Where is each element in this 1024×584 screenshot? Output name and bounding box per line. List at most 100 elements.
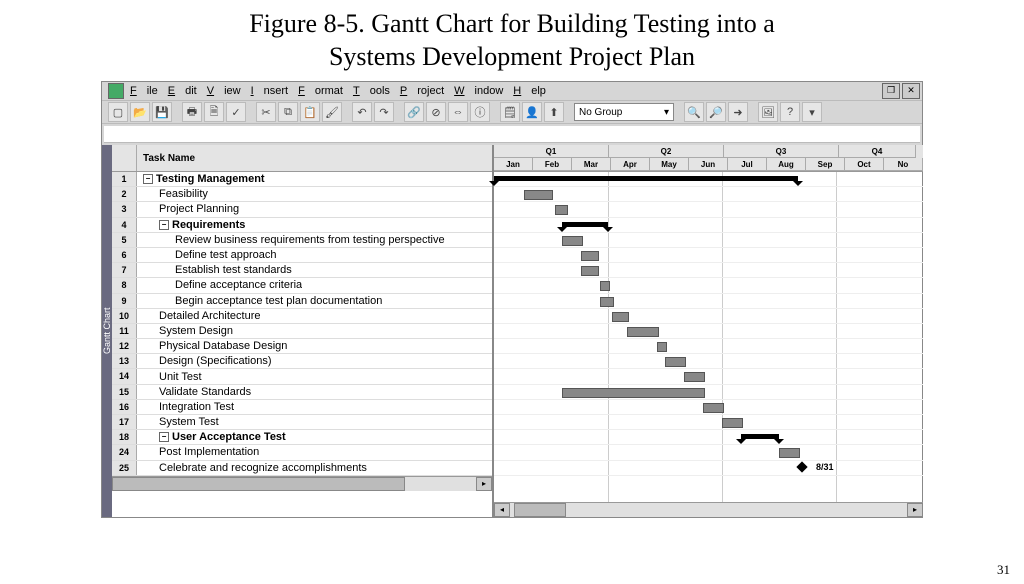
task-name-cell[interactable]: System Design: [137, 325, 233, 337]
menu-view[interactable]: View: [207, 85, 241, 97]
task-bar[interactable]: [627, 327, 659, 337]
copy-icon[interactable]: ⧉: [278, 102, 298, 122]
scroll-right-icon[interactable]: ▸: [907, 503, 923, 517]
summary-bar[interactable]: [562, 222, 608, 227]
task-name-cell[interactable]: Post Implementation: [137, 446, 259, 458]
split-icon[interactable]: ⇔: [448, 102, 468, 122]
menu-edit[interactable]: Edit: [168, 85, 197, 97]
format-painter-icon[interactable]: 🖌: [322, 102, 342, 122]
task-row[interactable]: 17System Test: [112, 415, 492, 430]
task-row[interactable]: 6Define test approach: [112, 248, 492, 263]
row-number[interactable]: 5: [112, 233, 137, 247]
row-number[interactable]: 17: [112, 415, 137, 429]
note-icon[interactable]: 🗒: [500, 102, 520, 122]
task-name-cell[interactable]: Project Planning: [137, 203, 239, 215]
row-number[interactable]: 18: [112, 430, 137, 444]
task-row[interactable]: 1−Testing Management: [112, 172, 492, 187]
new-icon[interactable]: ▢: [108, 102, 128, 122]
menu-help[interactable]: Help: [513, 85, 546, 97]
group-combo[interactable]: No Group ▾: [574, 103, 674, 121]
assign-icon[interactable]: 👤: [522, 102, 542, 122]
task-bar[interactable]: [722, 418, 743, 428]
task-row[interactable]: 13Design (Specifications): [112, 354, 492, 369]
row-number-header[interactable]: [112, 145, 137, 171]
task-row[interactable]: 12Physical Database Design: [112, 339, 492, 354]
task-name-cell[interactable]: Physical Database Design: [137, 340, 287, 352]
task-bar[interactable]: [581, 251, 598, 261]
task-name-cell[interactable]: −Testing Management: [137, 173, 265, 185]
link-icon[interactable]: 🔗: [404, 102, 424, 122]
row-number[interactable]: 4: [112, 218, 137, 232]
task-name-cell[interactable]: Unit Test: [137, 371, 202, 383]
task-name-cell[interactable]: Establish test standards: [137, 264, 292, 276]
row-number[interactable]: 6: [112, 248, 137, 262]
task-name-cell[interactable]: Begin acceptance test plan documentation: [137, 295, 382, 307]
info-icon[interactable]: ⓘ: [470, 102, 490, 122]
undo-icon[interactable]: ↶: [352, 102, 372, 122]
task-row[interactable]: 10Detailed Architecture: [112, 309, 492, 324]
row-number[interactable]: 2: [112, 187, 137, 201]
row-number[interactable]: 9: [112, 294, 137, 308]
menu-window[interactable]: Window: [454, 85, 503, 97]
row-number[interactable]: 7: [112, 263, 137, 277]
task-bar[interactable]: [524, 190, 553, 200]
row-number[interactable]: 13: [112, 354, 137, 368]
task-name-cell[interactable]: Validate Standards: [137, 386, 251, 398]
task-row[interactable]: 5Review business requirements from testi…: [112, 233, 492, 248]
task-bar[interactable]: [703, 403, 724, 413]
publish-icon[interactable]: ⬆: [544, 102, 564, 122]
copy-picture-icon[interactable]: 🖼: [758, 102, 778, 122]
task-name-cell[interactable]: Detailed Architecture: [137, 310, 261, 322]
task-row[interactable]: 4−Requirements: [112, 218, 492, 233]
task-bar[interactable]: [581, 266, 598, 276]
menu-tools[interactable]: Tools: [353, 85, 390, 97]
task-name-cell[interactable]: Define test approach: [137, 249, 277, 261]
task-row[interactable]: 16Integration Test: [112, 400, 492, 415]
scroll-left-icon[interactable]: ◂: [494, 503, 510, 517]
row-number[interactable]: 16: [112, 400, 137, 414]
task-name-cell[interactable]: Feasibility: [137, 188, 208, 200]
row-number[interactable]: 11: [112, 324, 137, 338]
cut-icon[interactable]: ✂: [256, 102, 276, 122]
toolbar-options-icon[interactable]: ▾: [802, 102, 822, 122]
task-name-cell[interactable]: Define acceptance criteria: [137, 279, 302, 291]
menu-insert[interactable]: Insert: [251, 85, 289, 97]
task-name-cell[interactable]: Integration Test: [137, 401, 234, 413]
task-bar[interactable]: [612, 312, 629, 322]
row-number[interactable]: 12: [112, 339, 137, 353]
summary-bar[interactable]: [741, 434, 779, 439]
task-bar[interactable]: [562, 236, 583, 246]
chart-horizontal-scrollbar[interactable]: ◂ ▸: [494, 502, 923, 517]
scroll-right-icon[interactable]: ▸: [476, 477, 492, 491]
summary-bar[interactable]: [494, 176, 798, 181]
task-bar[interactable]: [779, 448, 800, 458]
row-number[interactable]: 15: [112, 385, 137, 399]
menu-project[interactable]: Project: [400, 85, 444, 97]
task-row[interactable]: 3Project Planning: [112, 202, 492, 217]
row-number[interactable]: 3: [112, 202, 137, 216]
preview-icon[interactable]: 🗎: [204, 102, 224, 122]
row-number[interactable]: 8: [112, 278, 137, 292]
row-number[interactable]: 10: [112, 309, 137, 323]
task-name-header[interactable]: Task Name: [137, 153, 492, 164]
task-name-cell[interactable]: −User Acceptance Test: [137, 431, 286, 443]
row-number[interactable]: 1: [112, 172, 137, 186]
row-number[interactable]: 25: [112, 461, 137, 475]
task-name-cell[interactable]: −Requirements: [137, 219, 245, 231]
task-row[interactable]: 9Begin acceptance test plan documentatio…: [112, 294, 492, 309]
collapse-icon[interactable]: −: [143, 174, 153, 184]
task-name-cell[interactable]: Design (Specifications): [137, 355, 272, 367]
unlink-icon[interactable]: ⊘: [426, 102, 446, 122]
task-row[interactable]: 24Post Implementation: [112, 445, 492, 460]
task-name-cell[interactable]: Review business requirements from testin…: [137, 234, 445, 246]
save-icon[interactable]: 💾: [152, 102, 172, 122]
task-row[interactable]: 8Define acceptance criteria: [112, 278, 492, 293]
task-name-cell[interactable]: Celebrate and recognize accomplishments: [137, 462, 367, 474]
row-number[interactable]: 24: [112, 445, 137, 459]
task-row[interactable]: 18−User Acceptance Test: [112, 430, 492, 445]
spell-icon[interactable]: ✓: [226, 102, 246, 122]
task-row[interactable]: 11System Design: [112, 324, 492, 339]
task-row[interactable]: 15Validate Standards: [112, 385, 492, 400]
task-row[interactable]: 25Celebrate and recognize accomplishment…: [112, 461, 492, 476]
grid-horizontal-scrollbar[interactable]: ▸: [112, 476, 492, 491]
